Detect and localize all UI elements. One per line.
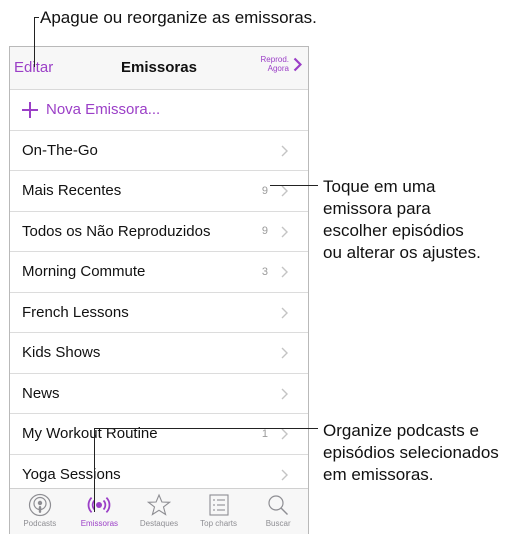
episode-count: 9 [261,225,268,238]
callout-leader-line [270,185,318,186]
tab-top-charts[interactable]: Top charts [189,489,249,534]
station-label: French Lessons [22,303,129,321]
tab-label: Buscar [265,519,291,528]
tab-label: Emissoras [80,519,119,528]
station-label: Morning Commute [22,263,146,281]
callout-middle: Toque em uma emissora para escolher epis… [323,176,481,264]
chevron-right-icon [281,347,288,359]
navigation-bar: Editar Emissoras Reprod. Agora [10,47,308,90]
callout-middle-line: ou alterar os ajustes. [323,243,481,262]
callout-leader-line [34,17,39,18]
episode-count: 1 [261,427,268,440]
list-icon [209,494,229,516]
now-playing-line: Agora [267,64,289,73]
chevron-right-icon [281,145,288,156]
station-row[interactable]: My Workout Routine 1 [10,414,308,455]
plus-icon [22,101,38,118]
callout-middle-line: Toque em uma [323,177,436,196]
station-row[interactable]: On-The-Go [10,131,308,171]
tab-bar: Podcasts Emissoras Destaques Top charts … [10,488,308,534]
station-row[interactable]: Morning Commute 3 [10,252,308,293]
callout-bottom: Organize podcasts e episódios selecionad… [323,420,499,486]
callout-middle-line: escolher episódios [323,221,464,240]
star-icon [146,493,171,516]
callout-bottom-line: Organize podcasts e [323,421,479,440]
now-playing-button[interactable]: Reprod. Agora [261,55,302,73]
episode-count: 9 [261,184,268,197]
chevron-right-icon [281,307,288,318]
station-row[interactable]: Mais Recentes 9 [10,171,308,212]
station-row[interactable]: French Lessons [10,293,308,333]
callout-bottom-line: episódios selecionados [323,443,499,462]
chevron-right-icon [281,469,288,480]
station-row[interactable]: Todos os Não Reproduzidos 9 [10,212,308,252]
station-label: News [22,384,60,402]
station-label: On-The-Go [22,141,98,159]
callout-middle-line: emissora para [323,199,431,218]
stations-icon [88,496,111,514]
podcasts-icon [28,493,51,517]
now-playing-line: Reprod. [260,55,289,64]
now-playing-label: Reprod. Agora [261,55,289,73]
chevron-right-icon [281,388,288,399]
tab-stations[interactable]: Emissoras [70,489,130,534]
station-label: Yoga Sessions [22,465,121,483]
chevron-right-icon [281,428,288,440]
stations-list: Nova Emissora... On-The-Go Mais Recentes… [10,90,308,495]
callout-leader-line [34,17,35,67]
chevron-right-icon [293,57,302,71]
episode-count: 3 [261,265,268,278]
callout-leader-line [94,428,95,512]
tab-label: Destaques [139,519,179,528]
tab-search[interactable]: Buscar [248,489,308,534]
station-label: Todos os Não Reproduzidos [22,222,211,240]
new-station-button[interactable]: Nova Emissora... [10,90,308,131]
tab-featured[interactable]: Destaques [129,489,189,534]
callout-top: Apague ou reorganize as emissoras. [40,8,317,27]
search-icon [268,495,289,515]
station-row[interactable]: Kids Shows [10,333,308,374]
chevron-right-icon [281,185,288,197]
station-row[interactable]: News [10,374,308,414]
callout-bottom-line: em emissoras. [323,465,434,484]
phone-screen: Editar Emissoras Reprod. Agora Nova Emis… [9,46,309,534]
chevron-right-icon [281,226,288,237]
tab-podcasts[interactable]: Podcasts [10,489,70,534]
tab-label: Podcasts [23,519,57,528]
tab-label: Top charts [200,519,238,528]
new-station-label: Nova Emissora... [46,101,161,119]
station-label: Kids Shows [22,344,101,362]
chevron-right-icon [281,266,288,278]
callout-leader-line [94,428,318,429]
station-label: Mais Recentes [22,182,122,200]
